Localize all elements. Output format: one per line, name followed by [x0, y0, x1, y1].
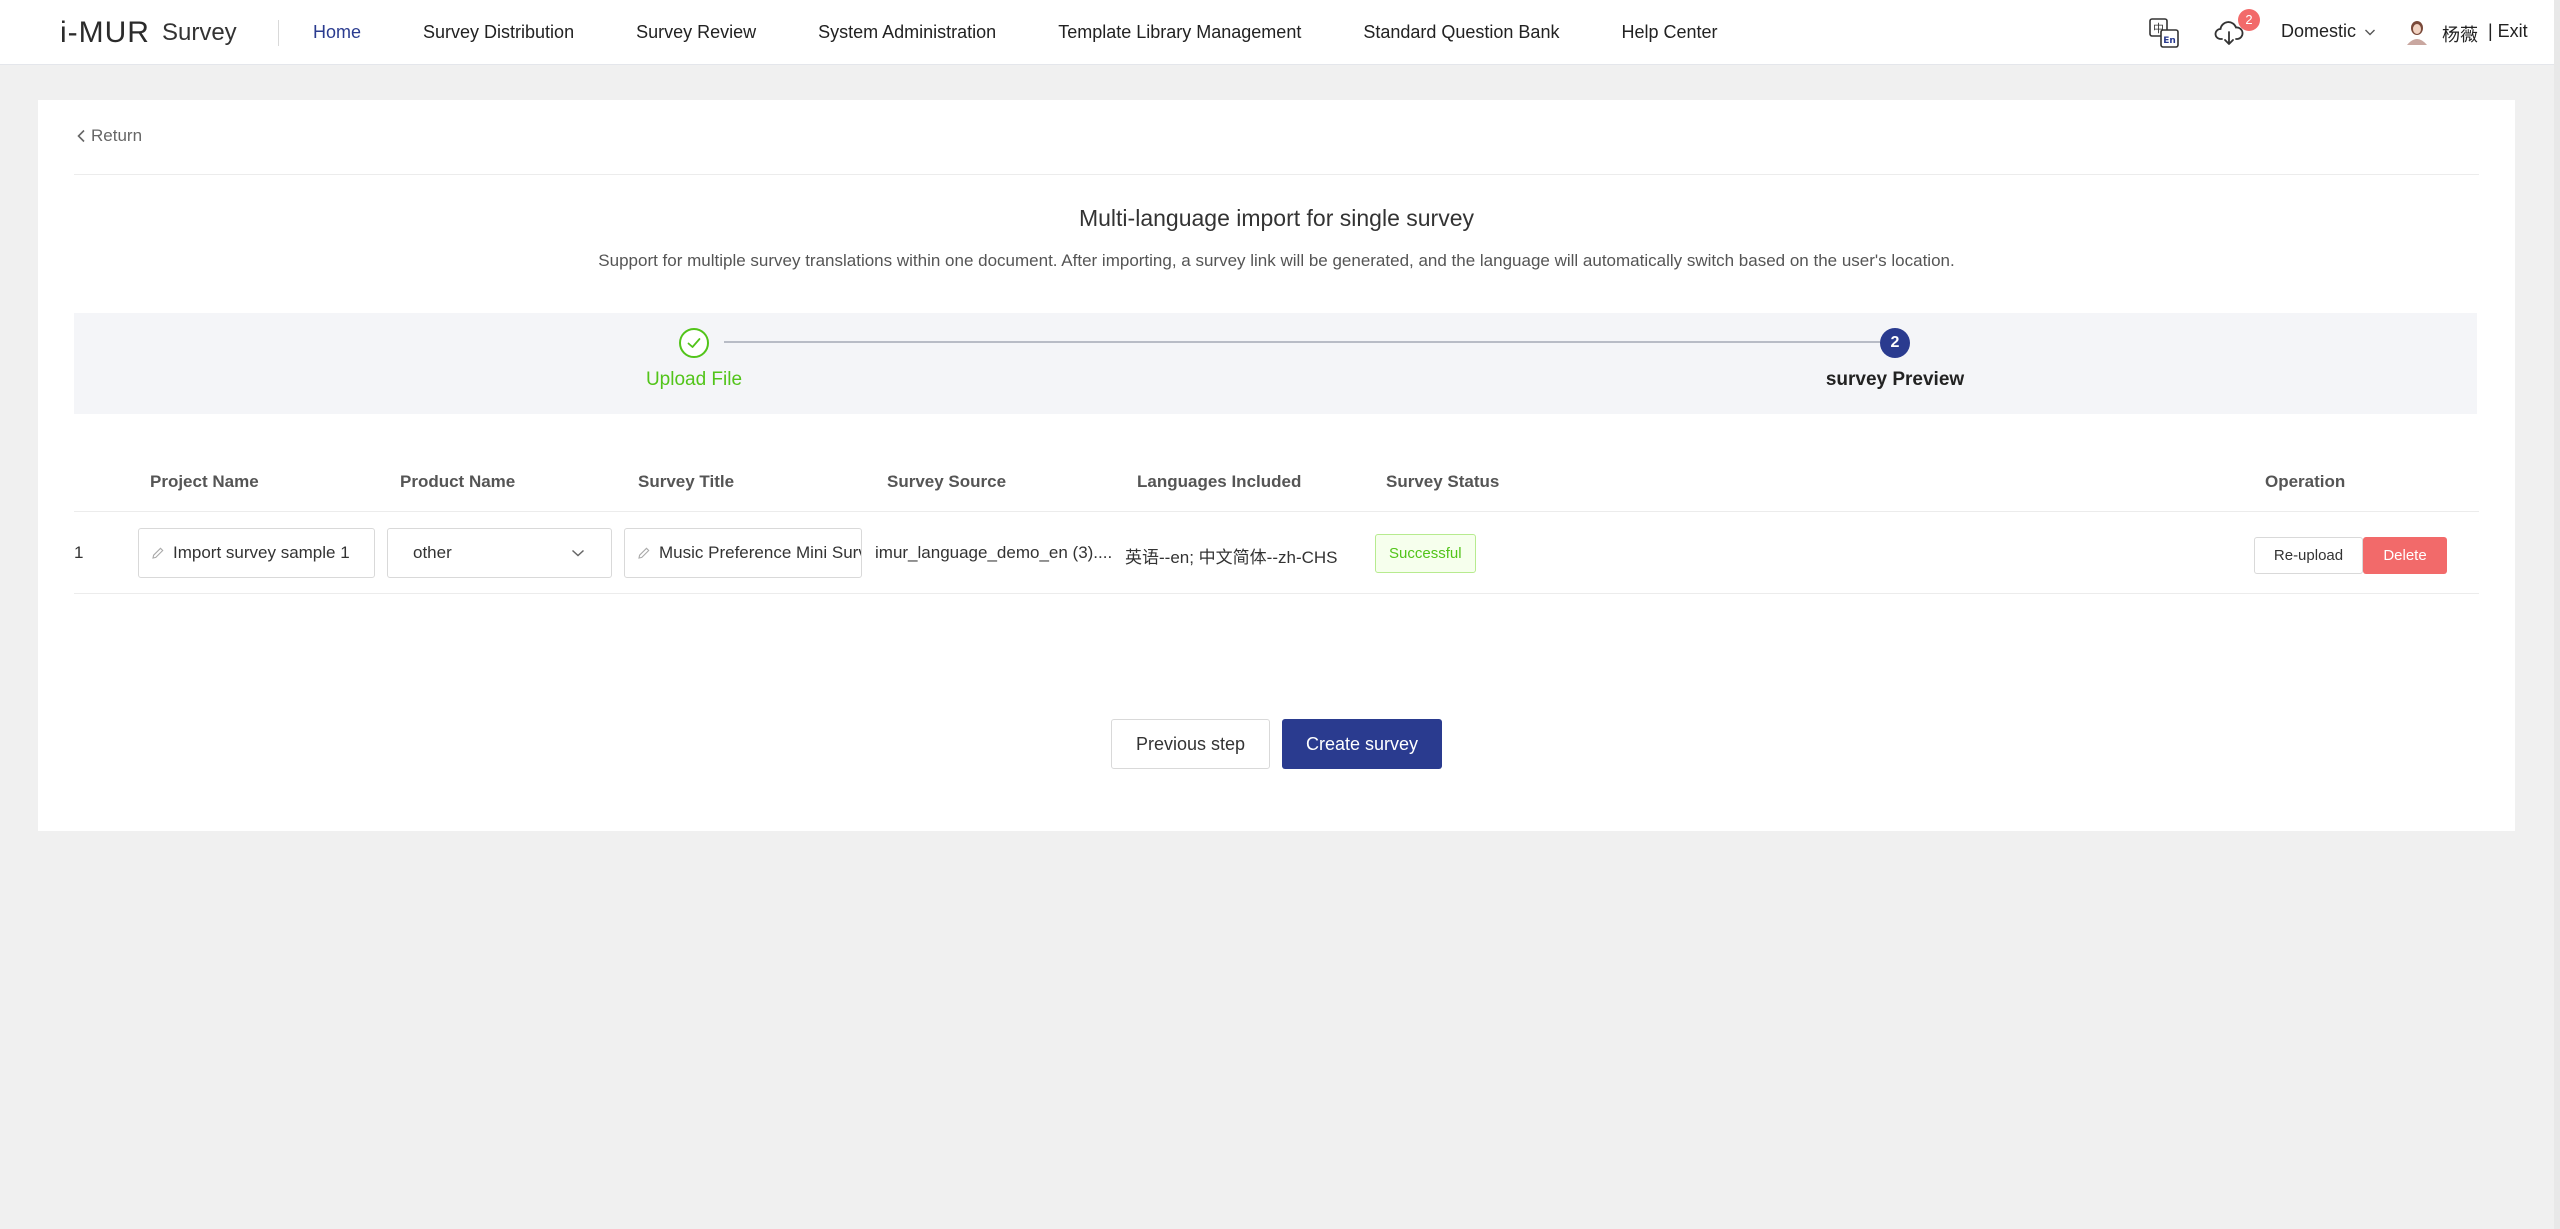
column-header-survey-status: Survey Status — [1386, 472, 1500, 491]
column-header-project-name: Project Name — [150, 472, 259, 491]
status-badge: Successful — [1375, 534, 1476, 573]
region-label: Domestic — [2281, 21, 2357, 41]
column-header-operation: Operation — [2265, 472, 2346, 491]
logo-divider — [278, 20, 279, 46]
chevron-left-icon — [77, 129, 85, 143]
nav-item-help-center[interactable]: Help Center — [1621, 22, 1717, 43]
previous-step-button[interactable]: Previous step — [1111, 719, 1270, 769]
column-header-survey-title: Survey Title — [638, 472, 735, 491]
table-row-divider — [74, 593, 2479, 594]
nav-item-survey-distribution[interactable]: Survey Distribution — [423, 22, 574, 43]
chevron-down-icon — [2365, 29, 2376, 35]
step-progress: Upload File 2 survey Preview — [74, 313, 2477, 414]
chevron-down-icon — [571, 549, 585, 557]
nav-item-survey-review[interactable]: Survey Review — [636, 22, 756, 43]
column-header-product-name: Product Name — [400, 472, 516, 491]
column-header-survey-source: Survey Source — [887, 472, 1007, 491]
step-connector — [724, 341, 1880, 343]
nav-item-standard-question-bank[interactable]: Standard Question Bank — [1363, 22, 1559, 43]
languages-included-cell: 英语--en; 中文简体--zh-CHS — [1125, 548, 1338, 567]
delete-button[interactable]: Delete — [2363, 537, 2447, 574]
avatar[interactable] — [2403, 18, 2431, 46]
step-survey-preview-label: survey Preview — [1825, 369, 1965, 390]
survey-title-input[interactable] — [659, 543, 861, 563]
app-name: Survey — [161, 19, 237, 46]
step-active-indicator: 2 — [1880, 328, 1910, 358]
create-survey-button[interactable]: Create survey — [1282, 719, 1442, 769]
return-link[interactable]: Return — [76, 126, 142, 146]
page-title: Multi-language import for single survey — [1078, 205, 1474, 231]
return-label: Return — [91, 126, 143, 145]
nav-item-template-library[interactable]: Template Library Management — [1058, 22, 1301, 43]
row-index: 1 — [74, 543, 84, 562]
step-upload-file-label: Upload File — [645, 369, 743, 390]
main-nav: Home Survey Distribution Survey Review S… — [313, 0, 1780, 65]
page-subtitle: Support for multiple survey translations… — [598, 251, 1955, 270]
logo-mark: i-MUR — [60, 16, 150, 49]
svg-text:En: En — [2163, 36, 2176, 46]
survey-source-cell: imur_language_demo_en (3).... — [875, 543, 1113, 562]
notification-badge: 2 — [2238, 9, 2260, 31]
product-name-value: other — [413, 543, 452, 562]
nav-item-home[interactable]: Home — [313, 22, 361, 43]
top-navigation-bar: i-MUR Survey Home Survey Distribution Su… — [0, 0, 2560, 65]
username: 杨薇 — [2442, 25, 2478, 45]
survey-title-field[interactable] — [624, 528, 862, 578]
step-done-indicator — [679, 328, 709, 358]
edit-icon — [638, 547, 650, 559]
edit-icon — [152, 547, 164, 559]
column-header-languages-included: Languages Included — [1137, 472, 1302, 491]
nav-item-system-administration[interactable]: System Administration — [818, 22, 996, 43]
product-name-select[interactable]: other — [387, 528, 612, 578]
project-name-input[interactable] — [173, 543, 374, 563]
region-dropdown[interactable]: Domestic — [2281, 21, 2376, 42]
content-card: Return Multi-language import for single … — [38, 100, 2515, 831]
header-divider — [74, 174, 2479, 175]
project-name-field[interactable] — [138, 528, 375, 578]
exit-link[interactable]: | Exit — [2488, 21, 2528, 42]
reupload-button[interactable]: Re-upload — [2254, 537, 2363, 574]
language-translate-icon[interactable]: 中 En — [2148, 17, 2180, 49]
table-header-divider — [74, 511, 2479, 512]
page-scrollbar[interactable] — [2554, 0, 2560, 1229]
logo[interactable]: i-MUR Survey — [60, 14, 237, 52]
check-icon — [687, 338, 701, 348]
